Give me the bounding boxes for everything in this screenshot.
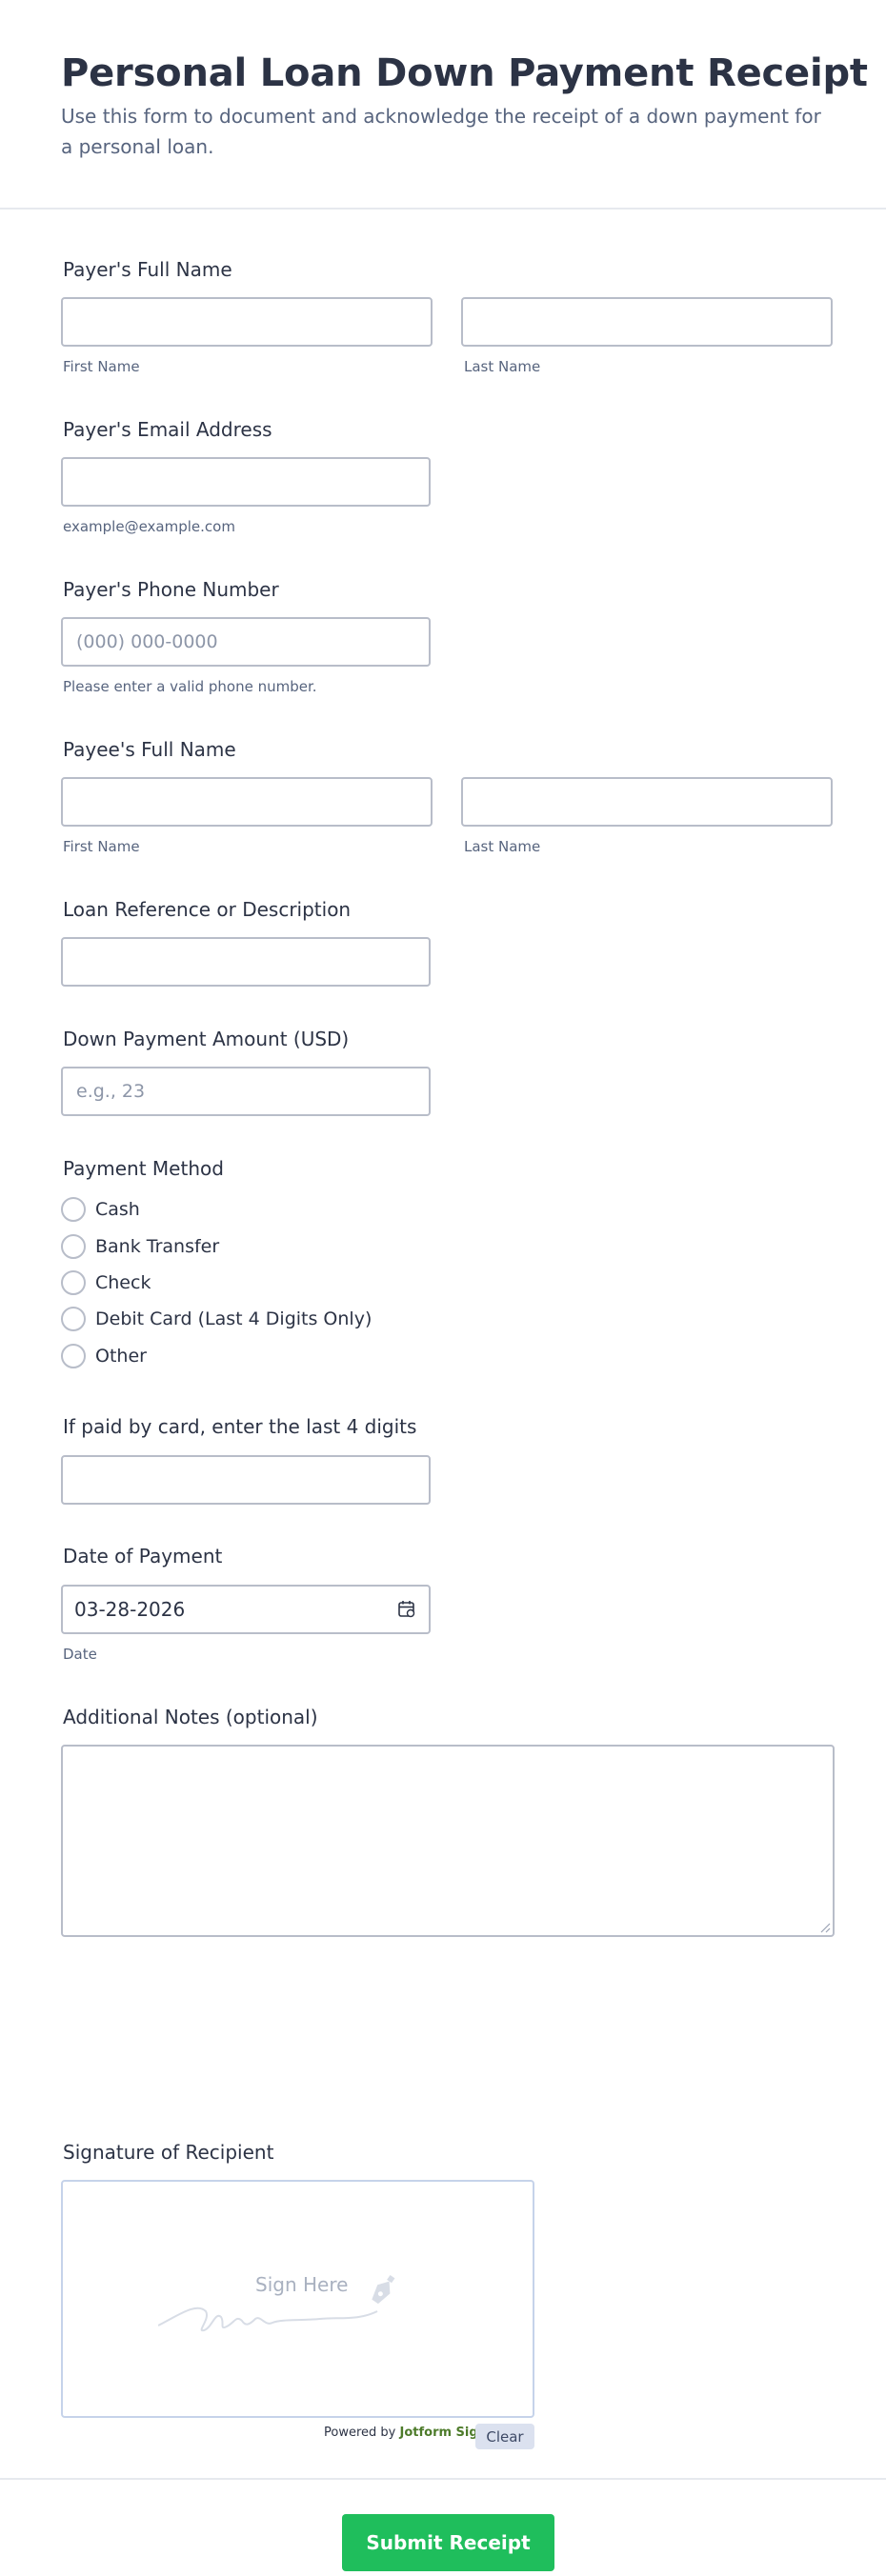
payment-date-input[interactable]: 03-28-2026 [61, 1585, 431, 1634]
radio-option-label: Debit Card (Last 4 Digits Only) [95, 1308, 373, 1329]
payer-email-label: Payer's Email Address [63, 418, 272, 441]
payer-phone-sublabel: Please enter a valid phone number. [63, 678, 317, 695]
clear-signature-button[interactable]: Clear [475, 2424, 534, 2449]
amount-input[interactable] [61, 1067, 431, 1116]
payer-last-name-sublabel: Last Name [464, 358, 541, 375]
signature-pad[interactable]: Sign Here [61, 2180, 534, 2418]
payer-name-label: Payer's Full Name [63, 258, 232, 281]
radio-circle[interactable] [61, 1197, 86, 1222]
payment-date-sublabel: Date [63, 1646, 97, 1663]
page-title: Personal Loan Down Payment Receipt [61, 51, 868, 95]
radio-option-label: Check [95, 1272, 151, 1293]
payment-method-label: Payment Method [63, 1157, 224, 1180]
payee-last-name-input[interactable] [461, 777, 833, 827]
radio-circle[interactable] [61, 1344, 86, 1368]
radio-circle[interactable] [61, 1234, 86, 1259]
card-digits-input[interactable] [61, 1455, 431, 1505]
payer-phone-label: Payer's Phone Number [63, 578, 279, 601]
signature-label: Signature of Recipient [63, 2141, 274, 2164]
radio-option-cash[interactable]: Cash [61, 1196, 140, 1223]
amount-label: Down Payment Amount (USD) [63, 1028, 350, 1050]
payer-email-input[interactable] [61, 457, 431, 507]
card-digits-label: If paid by card, enter the last 4 digits [63, 1415, 417, 1438]
loan-reference-label: Loan Reference or Description [63, 898, 352, 921]
payee-first-name-sublabel: First Name [63, 838, 140, 855]
resize-handle-icon[interactable] [819, 1922, 831, 1933]
calendar-icon[interactable] [396, 1599, 417, 1620]
powered-by-prefix: Powered by [324, 2426, 396, 2440]
form-header: Personal Loan Down Payment Receipt Use t… [0, 0, 886, 210]
payee-first-name-input[interactable] [61, 777, 433, 827]
radio-option-label: Other [95, 1346, 147, 1367]
jotform-sign-brand: Jotform Sign [399, 2426, 487, 2440]
radio-circle[interactable] [61, 1307, 86, 1331]
notes-textarea[interactable] [61, 1745, 835, 1937]
radio-circle[interactable] [61, 1270, 86, 1295]
radio-option-label: Bank Transfer [95, 1236, 220, 1257]
payer-email-sublabel: example@example.com [63, 518, 235, 535]
notes-label: Additional Notes (optional) [63, 1706, 318, 1728]
radio-option-bank-transfer[interactable]: Bank Transfer [61, 1233, 219, 1260]
signature-placeholder: Sign Here [255, 2273, 349, 2296]
payment-date-label: Date of Payment [63, 1545, 223, 1568]
radio-option-other[interactable]: Other [61, 1343, 147, 1369]
payer-last-name-input[interactable] [461, 297, 833, 347]
payment-date-value: 03-28-2026 [74, 1598, 186, 1621]
loan-reference-input[interactable] [61, 937, 431, 987]
payee-last-name-sublabel: Last Name [464, 838, 541, 855]
footer-divider [0, 2478, 886, 2480]
page-subtitle: Use this form to document and acknowledg… [61, 105, 821, 158]
payer-first-name-input[interactable] [61, 297, 433, 347]
radio-option-debit-card[interactable]: Debit Card (Last 4 Digits Only) [61, 1306, 372, 1332]
submit-button[interactable]: Submit Receipt [342, 2514, 554, 2571]
payer-phone-input[interactable] [61, 617, 431, 667]
powered-by: Powered by Jotform Sign [324, 2425, 487, 2442]
radio-option-check[interactable]: Check [61, 1269, 151, 1296]
payee-name-label: Payee's Full Name [63, 738, 236, 761]
payer-first-name-sublabel: First Name [63, 358, 140, 375]
radio-option-label: Cash [95, 1199, 140, 1220]
